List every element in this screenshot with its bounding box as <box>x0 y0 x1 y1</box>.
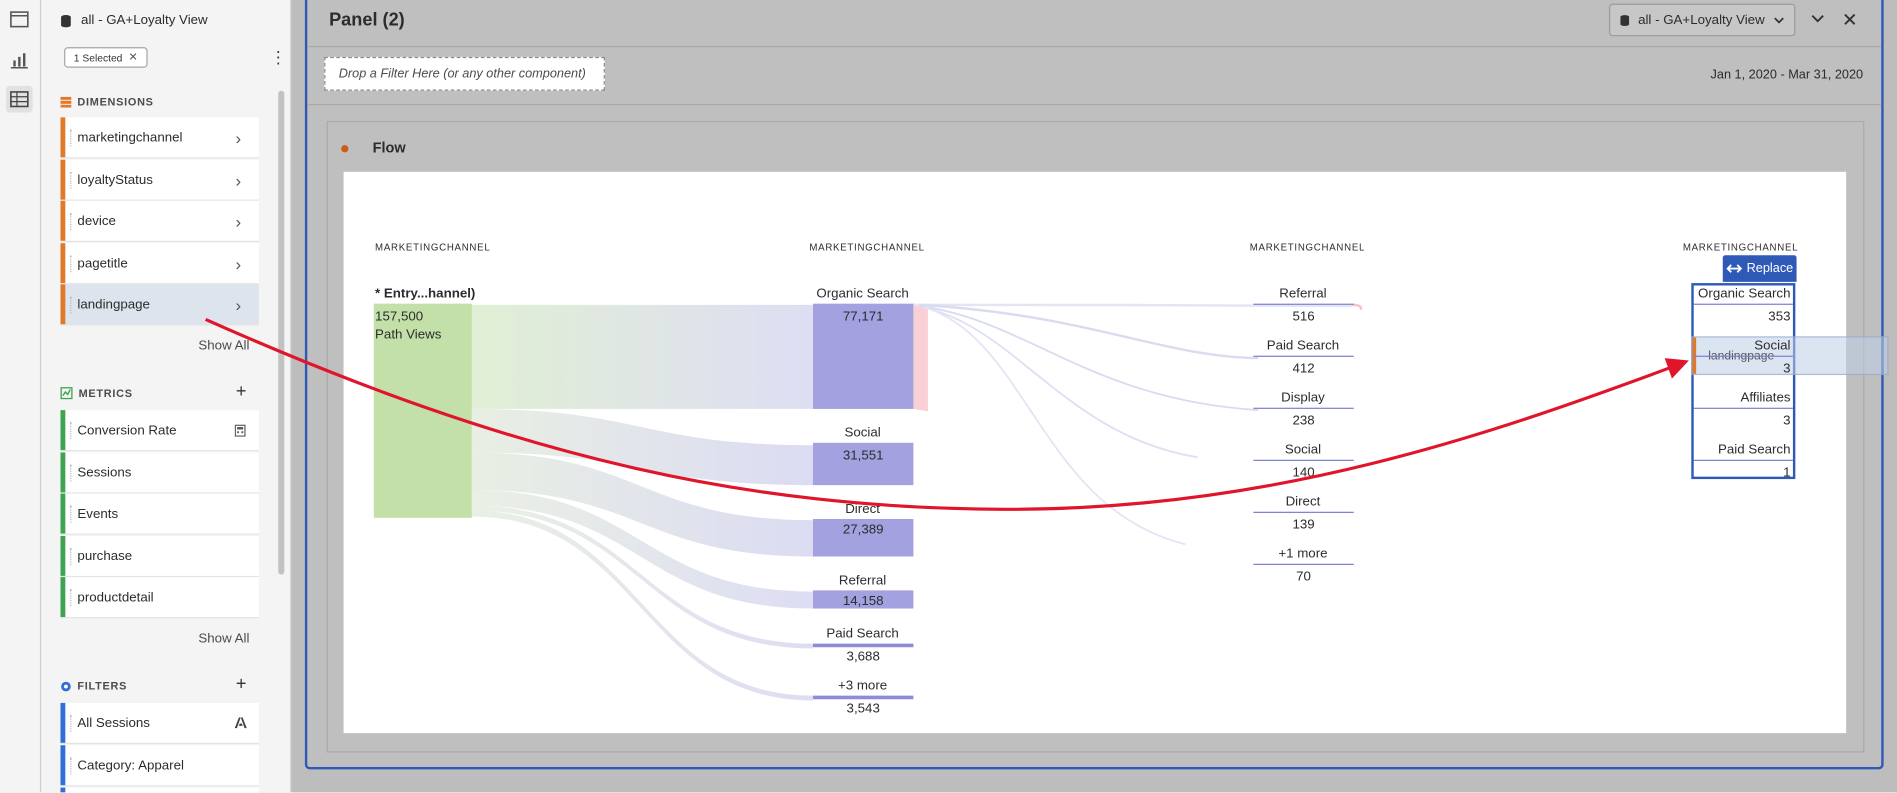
drag-arrow <box>205 317 1689 511</box>
